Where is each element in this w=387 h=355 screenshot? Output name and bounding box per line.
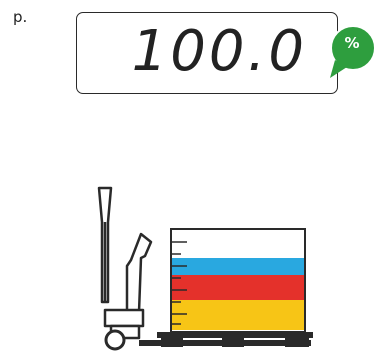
pallet-truck-icon <box>97 186 313 351</box>
load-layers <box>171 258 305 330</box>
pallet-truck-illustration <box>95 182 325 351</box>
load-layer-red <box>171 275 305 300</box>
truck-body <box>103 232 153 340</box>
percent-badge: % <box>327 24 379 82</box>
pallet <box>157 332 313 347</box>
speech-bubble-icon <box>330 25 376 78</box>
load-layer-blue <box>171 258 305 275</box>
load-layer-yellow <box>171 300 305 330</box>
weight-display: 100.0 <box>76 12 338 94</box>
prefix-label: p. <box>13 8 28 26</box>
truck-wheel <box>104 329 126 351</box>
percent-badge-label: % <box>344 34 360 52</box>
display-reading: 100.0 <box>131 19 307 84</box>
truck-handle <box>97 186 113 304</box>
